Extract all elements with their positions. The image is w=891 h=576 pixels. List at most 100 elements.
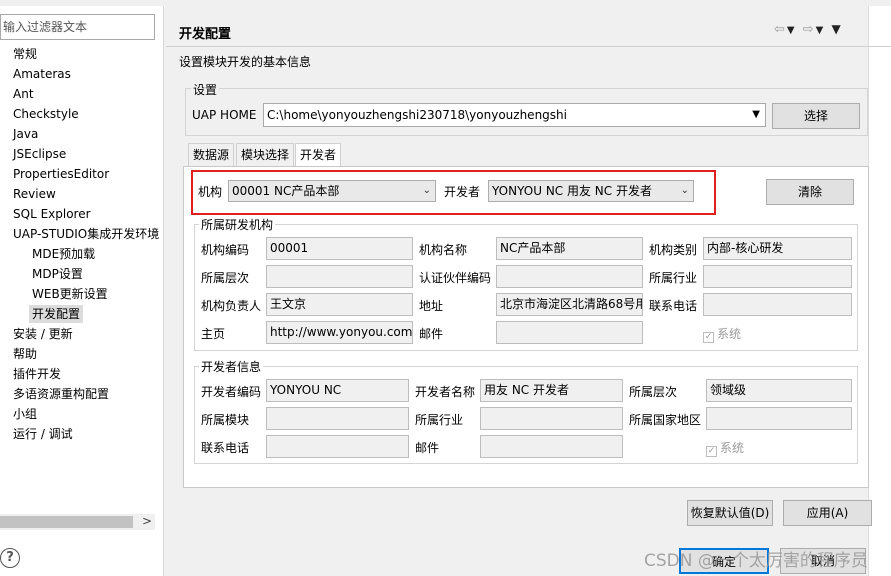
org-type-field[interactable]: 内部-核心研发 <box>703 237 852 260</box>
tab-module-select[interactable]: 模块选择 <box>236 143 295 166</box>
address-label: 地址 <box>419 299 444 313</box>
org-combo[interactable]: 00001 NC产品本部 ⌄ <box>228 180 436 202</box>
background-window-edge <box>868 6 891 576</box>
select-button[interactable]: 选择 <box>772 103 860 129</box>
tree-item-mdp-settings[interactable]: MDP设置 <box>32 265 83 283</box>
org-label: 机构 <box>198 185 223 199</box>
org-level-label: 所属层次 <box>201 271 250 285</box>
tree-item-dev-config[interactable]: 开发配置 <box>29 305 84 323</box>
restore-defaults-button[interactable]: 恢复默认值(D) <box>687 500 773 526</box>
tree-item-team[interactable]: 小组 <box>13 405 37 423</box>
uap-home-field[interactable]: C:\home\yonyouzhengshi230718\yonyouzheng… <box>263 103 766 127</box>
dev-system-label: 系统 <box>720 441 745 455</box>
tab-developer[interactable]: 开发者 <box>295 143 342 167</box>
org-system-checkbox[interactable]: ✓ 系统 <box>703 325 741 343</box>
tree-item-jseclipse[interactable]: JSEclipse <box>13 145 66 163</box>
chevron-down-icon[interactable]: ⌄ <box>681 181 689 201</box>
tree-item-ant[interactable]: Ant <box>13 85 34 103</box>
tree-item-i18n-refactor[interactable]: 多语资源重构配置 <box>13 385 109 403</box>
watermark: CSDN @一个太厉害的程序员 <box>644 551 868 571</box>
scrollbar-thumb[interactable] <box>0 516 133 528</box>
dev-level-label: 所属层次 <box>629 385 678 399</box>
dev-region-label: 所属国家地区 <box>629 413 702 427</box>
view-menu-icon[interactable]: ▼ <box>832 22 843 36</box>
dev-name-label: 开发者名称 <box>415 385 476 399</box>
page-title: 开发配置 <box>179 27 232 42</box>
uap-home-value: C:\home\yonyouzhengshi230718\yonyouzheng… <box>267 108 567 122</box>
dev-email-field[interactable] <box>480 435 623 458</box>
org-phone-field[interactable] <box>703 293 852 316</box>
homepage-field[interactable]: http://www.yonyou.com <box>266 321 413 344</box>
uap-home-label: UAP HOME <box>192 108 257 122</box>
back-dropdown-icon[interactable]: ▼ <box>787 25 797 36</box>
tree-item-install-update[interactable]: 安装 / 更新 <box>13 325 73 343</box>
tree-item-propertieseditor[interactable]: PropertiesEditor <box>13 165 109 183</box>
tree-item-run-debug[interactable]: 运行 / 调试 <box>13 425 73 443</box>
org-owner-field[interactable]: 王文京 <box>266 293 413 316</box>
org-group-title: 所属研发机构 <box>199 216 276 233</box>
org-name-label: 机构名称 <box>419 243 468 257</box>
org-phone-label: 联系电话 <box>649 299 698 313</box>
dev-industry-field[interactable] <box>480 407 623 430</box>
org-level-field[interactable] <box>266 265 413 288</box>
help-icon[interactable]: ? <box>0 548 20 568</box>
developer-combo[interactable]: YONYOU NC 用友 NC 开发者 ⌄ <box>488 180 694 202</box>
tree-item-amateras[interactable]: Amateras <box>13 65 71 83</box>
filter-input[interactable]: 输入过滤器文本 <box>0 14 155 40</box>
dev-region-field[interactable] <box>706 407 852 430</box>
tree-item-mde-preload[interactable]: MDE预加载 <box>32 245 95 263</box>
forward-arrow-icon[interactable]: ⇨ <box>803 22 816 37</box>
dev-code-field[interactable]: YONYOU NC <box>266 379 409 402</box>
forward-dropdown-icon[interactable]: ▼ <box>816 25 826 36</box>
dev-phone-label: 联系电话 <box>201 441 250 455</box>
homepage-label: 主页 <box>201 327 226 341</box>
clear-button[interactable]: 清除 <box>766 179 854 205</box>
page-navigation: ⇦▼ ⇨▼ ▼ <box>774 22 843 37</box>
developer-label: 开发者 <box>444 185 481 199</box>
tree-item-web-update[interactable]: WEB更新设置 <box>32 285 108 303</box>
org-code-label: 机构编码 <box>201 243 250 257</box>
org-code-field[interactable]: 00001 <box>266 237 413 260</box>
dev-email-label: 邮件 <box>415 441 440 455</box>
tab-datasource[interactable]: 数据源 <box>188 143 235 166</box>
org-email-field[interactable] <box>496 321 643 344</box>
tree-item-plugin-dev[interactable]: 插件开发 <box>13 365 61 383</box>
dev-level-field[interactable]: 领域级 <box>706 379 852 402</box>
org-industry-label: 所属行业 <box>649 271 698 285</box>
tree-item-review[interactable]: Review <box>13 185 56 203</box>
tree-horizontal-scrollbar[interactable]: > <box>0 514 155 530</box>
back-arrow-icon[interactable]: ⇦ <box>774 22 787 37</box>
tree-item-help[interactable]: 帮助 <box>13 345 37 363</box>
org-name-field[interactable]: NC产品本部 <box>496 237 643 260</box>
dev-industry-label: 所属行业 <box>415 413 464 427</box>
page-description: 设置模块开发的基本信息 <box>179 55 312 69</box>
tree-item-checkstyle[interactable]: Checkstyle <box>13 105 79 123</box>
settings-group-title: 设置 <box>191 81 220 98</box>
partner-code-label: 认证伙伴编码 <box>419 271 492 285</box>
tree-item-sql-explorer[interactable]: SQL Explorer <box>13 205 91 223</box>
dev-code-label: 开发者编码 <box>201 385 262 399</box>
dev-system-checkbox[interactable]: ✓ 系统 <box>706 439 744 457</box>
apply-button[interactable]: 应用(A) <box>783 500 872 526</box>
org-email-label: 邮件 <box>419 327 444 341</box>
org-industry-field[interactable] <box>703 265 852 288</box>
dev-name-field[interactable]: 用友 NC 开发者 <box>480 379 623 402</box>
tree-item-java[interactable]: Java <box>13 125 38 143</box>
chevron-down-icon[interactable]: ▼ <box>752 104 760 126</box>
tree-item-uap-studio[interactable]: UAP-STUDIO集成开发环境 <box>13 225 164 243</box>
dev-module-field[interactable] <box>266 407 409 430</box>
checkmark-icon: ✓ <box>703 332 714 343</box>
dev-module-label: 所属模块 <box>201 413 250 427</box>
checkmark-icon: ✓ <box>706 446 717 457</box>
developer-info-group-title: 开发者信息 <box>199 358 264 375</box>
org-combo-value: 00001 NC产品本部 <box>232 184 340 198</box>
chevron-down-icon[interactable]: ⌄ <box>423 181 431 201</box>
org-type-label: 机构类别 <box>649 243 698 257</box>
partner-code-field[interactable] <box>496 265 643 288</box>
title-separator <box>166 46 891 47</box>
dev-phone-field[interactable] <box>266 435 409 458</box>
address-field[interactable]: 北京市海淀区北清路68号用 <box>496 293 643 316</box>
org-system-label: 系统 <box>717 327 742 341</box>
scroll-right-arrow-icon[interactable]: > <box>142 514 152 528</box>
tree-item-general[interactable]: 常规 <box>13 45 37 63</box>
